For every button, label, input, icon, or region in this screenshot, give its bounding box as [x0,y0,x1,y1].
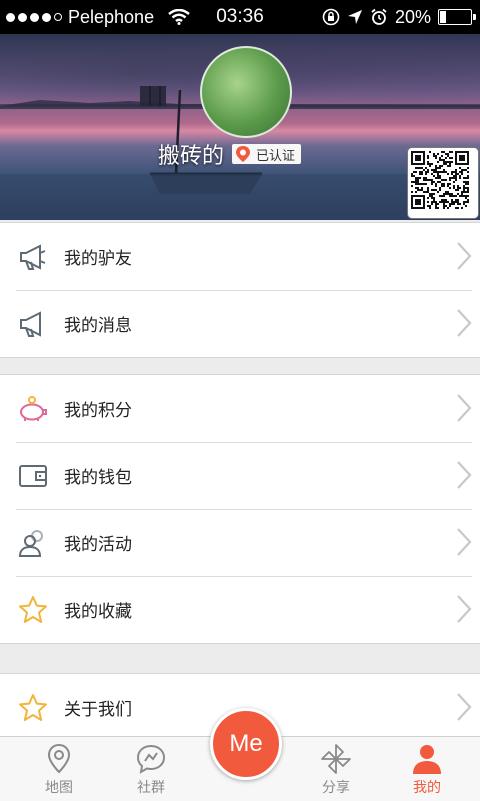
chevron-right-icon [457,394,472,422]
megaphone-icon [16,307,50,341]
menu-row-label: 我的收藏 [64,602,132,622]
map-pin-icon [47,743,71,774]
menu-row-messages[interactable]: 我的消息 [0,290,480,357]
menu-row-activities[interactable]: 我的活动 [0,509,480,576]
profile-banner: 搬砖的 已认证 [0,34,480,220]
chat-bubble-icon [136,744,166,774]
qr-code-icon [411,151,469,209]
menu-row-label: 我的活动 [64,535,132,555]
piggy-bank-icon [16,392,50,426]
megaphone-icon [16,240,50,274]
username-row: 搬砖的 已认证 [158,138,302,170]
menu-group-social: 我的驴友 我的消息 [0,222,480,358]
tab-map[interactable]: 地图 [19,737,99,801]
status-bar: Pelephone 03:36 20% [0,0,480,34]
battery-fill [440,11,446,23]
menu-row-points[interactable]: 我的积分 [0,375,480,442]
menu-row-label: 我的钱包 [64,468,132,488]
person-icon [413,745,441,774]
tab-label: 地图 [45,780,73,796]
verified-pin-icon [236,146,251,162]
star-icon [16,691,50,725]
status-right: 20% [322,0,476,34]
menu-group-account: 我的积分 我的钱包 我的活动 我的收藏 [0,374,480,644]
menu-row-label: 我的消息 [64,316,132,336]
tab-share[interactable]: 分享 [296,737,376,801]
wallet-icon [16,459,50,493]
username: 搬砖的 [158,144,225,169]
avatar[interactable] [200,46,292,138]
qr-code-button[interactable] [408,148,478,218]
verified-label: 已认证 [256,148,296,164]
rotation-lock-icon [322,8,340,26]
menu-row-favorites[interactable]: 我的收藏 [0,576,480,643]
alarm-icon [371,8,387,25]
menu-row-label: 关于我们 [64,700,132,720]
people-icon [16,526,50,560]
tab-label: 分享 [322,780,350,796]
location-arrow-icon [347,10,362,24]
chevron-right-icon [457,595,472,623]
chevron-right-icon [457,461,472,489]
pinwheel-icon [321,744,351,774]
chevron-right-icon [457,693,472,721]
menu-row-label: 我的驴友 [64,249,132,269]
tab-label: 我的 [413,780,441,796]
chevron-right-icon [457,528,472,556]
star-icon [16,593,50,627]
chevron-right-icon [457,242,472,270]
tab-community[interactable]: 社群 [111,737,191,801]
tab-label: 社群 [137,780,165,796]
battery-icon [438,9,476,25]
menu-row-label: 我的积分 [64,401,132,421]
battery-percent: 20% [394,6,431,27]
verified-badge: 已认证 [232,144,302,164]
chevron-right-icon [457,309,472,337]
menu-row-wallet[interactable]: 我的钱包 [0,442,480,509]
me-center-button[interactable]: Me [210,708,282,780]
menu-row-travel-friends[interactable]: 我的驴友 [0,223,480,290]
tab-mine[interactable]: 我的 [387,737,467,801]
